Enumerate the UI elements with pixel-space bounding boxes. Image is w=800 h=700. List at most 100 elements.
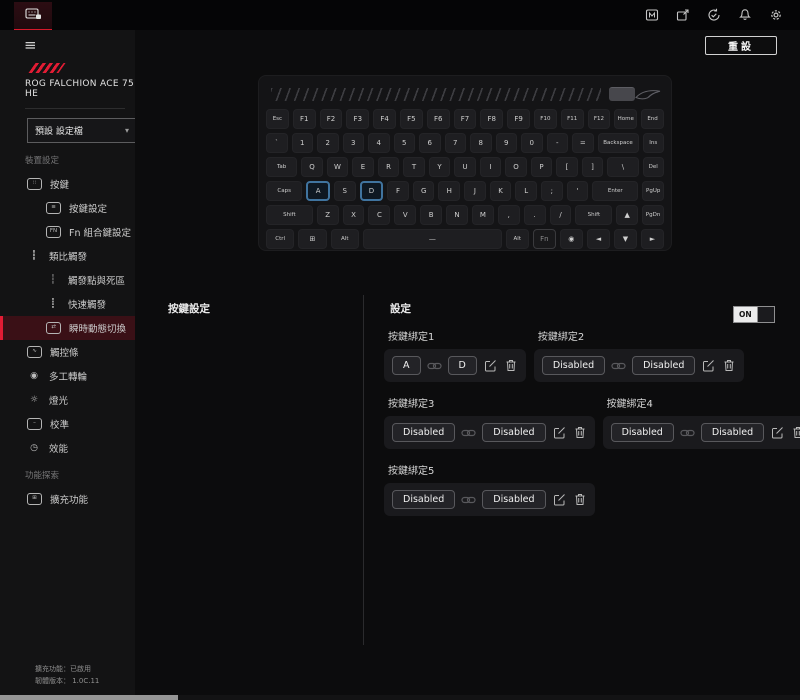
key-7[interactable]: 7: [445, 133, 467, 153]
trash-icon[interactable]: [504, 359, 518, 372]
key-a[interactable]: A: [306, 181, 330, 201]
edit-icon[interactable]: [483, 359, 498, 372]
key-pgdn[interactable]: PgDn: [642, 205, 664, 225]
key-4[interactable]: 4: [368, 133, 390, 153]
menu-icon[interactable]: ≡: [24, 38, 42, 53]
trash-icon[interactable]: [722, 359, 736, 372]
binding-key-right[interactable]: Disabled: [701, 423, 764, 442]
binding-key-right[interactable]: D: [448, 356, 477, 375]
sidebar-item[interactable]: ≡按鍵設定: [0, 196, 135, 220]
key-y[interactable]: Y: [429, 157, 451, 177]
key-l[interactable]: L: [515, 181, 537, 201]
key-b[interactable]: B: [420, 205, 442, 225]
key-z[interactable]: Z: [317, 205, 339, 225]
key-arrow-down[interactable]: ▼: [614, 229, 637, 249]
sidebar-item[interactable]: ☼燈光: [0, 388, 135, 412]
sidebar-item[interactable]: ◷效能: [0, 436, 135, 460]
sidebar-item[interactable]: –校準: [0, 412, 135, 436]
reset-button[interactable]: 重設: [705, 36, 777, 55]
key-f9[interactable]: F9: [507, 109, 530, 129]
key-f11[interactable]: F11: [561, 109, 584, 129]
key-8[interactable]: 8: [470, 133, 492, 153]
key-shift[interactable]: Shift: [266, 205, 313, 225]
sidebar-item[interactable]: ⇄瞬時動態切換: [0, 316, 135, 340]
sidebar-item[interactable]: ∷按鍵: [0, 172, 135, 196]
key-s[interactable]: S: [334, 181, 356, 201]
gear-icon[interactable]: [768, 7, 784, 23]
key-2[interactable]: 2: [317, 133, 339, 153]
key-rog[interactable]: ◉: [560, 229, 583, 249]
key-n[interactable]: N: [446, 205, 468, 225]
trash-icon[interactable]: [791, 426, 800, 439]
key-f10[interactable]: F10: [534, 109, 557, 129]
key-semicolon[interactable]: ;: [541, 181, 563, 201]
key-f7[interactable]: F7: [454, 109, 477, 129]
key-c[interactable]: C: [368, 205, 390, 225]
key-3[interactable]: 3: [343, 133, 365, 153]
sidebar-item[interactable]: ┇類比觸發: [0, 244, 135, 268]
sync-icon[interactable]: [706, 7, 722, 23]
key-0[interactable]: 0: [521, 133, 543, 153]
key-rbracket[interactable]: ]: [582, 157, 604, 177]
key-i[interactable]: I: [480, 157, 502, 177]
sidebar-item[interactable]: ┋快速觸發: [0, 292, 135, 316]
key-esc[interactable]: Esc: [266, 109, 289, 129]
key-ctrl[interactable]: Ctrl: [266, 229, 294, 249]
key-enter[interactable]: Enter: [592, 181, 638, 201]
key-comma[interactable]: ,: [498, 205, 520, 225]
bell-icon[interactable]: [737, 7, 753, 23]
binding-key-right[interactable]: Disabled: [632, 356, 695, 375]
key-f3[interactable]: F3: [346, 109, 369, 129]
key-1[interactable]: 1: [292, 133, 314, 153]
key-fn[interactable]: Fn: [533, 229, 556, 249]
key-d[interactable]: D: [360, 181, 384, 201]
key-t[interactable]: T: [403, 157, 425, 177]
key-backspace[interactable]: Backspace: [598, 133, 639, 153]
profile-select[interactable]: 預設 設定檔 ▾: [27, 118, 137, 143]
binding-key-right[interactable]: Disabled: [482, 423, 545, 442]
edit-icon[interactable]: [770, 426, 785, 439]
key-f4[interactable]: F4: [373, 109, 396, 129]
key-m[interactable]: M: [472, 205, 494, 225]
binding-key-left[interactable]: Disabled: [392, 490, 455, 509]
key-k[interactable]: K: [490, 181, 512, 201]
key-f1[interactable]: F1: [293, 109, 316, 129]
key-space[interactable]: —: [363, 229, 502, 249]
binding-key-left[interactable]: A: [392, 356, 421, 375]
key-6[interactable]: 6: [419, 133, 441, 153]
binding-key-right[interactable]: Disabled: [482, 490, 545, 509]
key-end[interactable]: End: [641, 109, 664, 129]
key-arrow-left[interactable]: ◄: [587, 229, 610, 249]
key-equals[interactable]: =: [572, 133, 594, 153]
key-backslash[interactable]: \: [607, 157, 638, 177]
sidebar-item[interactable]: ∿觸控條: [0, 340, 135, 364]
key-g[interactable]: G: [413, 181, 435, 201]
key-lbracket[interactable]: [: [556, 157, 578, 177]
key-quote[interactable]: ': [567, 181, 589, 201]
key-x[interactable]: X: [343, 205, 365, 225]
key-home[interactable]: Home: [614, 109, 637, 129]
key-f12[interactable]: F12: [588, 109, 611, 129]
key-u[interactable]: U: [454, 157, 476, 177]
key-f2[interactable]: F2: [320, 109, 343, 129]
key-arrow-right[interactable]: ►: [641, 229, 664, 249]
sidebar-item[interactable]: ◉多工轉輪: [0, 364, 135, 388]
key-r[interactable]: R: [378, 157, 400, 177]
device-tab[interactable]: [14, 2, 52, 32]
edit-icon[interactable]: [552, 426, 567, 439]
key-caps[interactable]: Caps: [266, 181, 302, 201]
key-h[interactable]: H: [438, 181, 460, 201]
edit-icon[interactable]: [552, 493, 567, 506]
key-pgup[interactable]: PgUp: [642, 181, 664, 201]
settings-on-toggle[interactable]: ON: [733, 306, 775, 323]
key-del[interactable]: Del: [643, 157, 665, 177]
key-win[interactable]: ⊞: [298, 229, 326, 249]
key-ins[interactable]: Ins: [643, 133, 665, 153]
trash-icon[interactable]: [573, 493, 587, 506]
key-alt-right[interactable]: Alt: [506, 229, 529, 249]
key-j[interactable]: J: [464, 181, 486, 201]
key-minus[interactable]: -: [547, 133, 569, 153]
key-f[interactable]: F: [387, 181, 409, 201]
binding-key-left[interactable]: Disabled: [611, 423, 674, 442]
key-v[interactable]: V: [394, 205, 416, 225]
